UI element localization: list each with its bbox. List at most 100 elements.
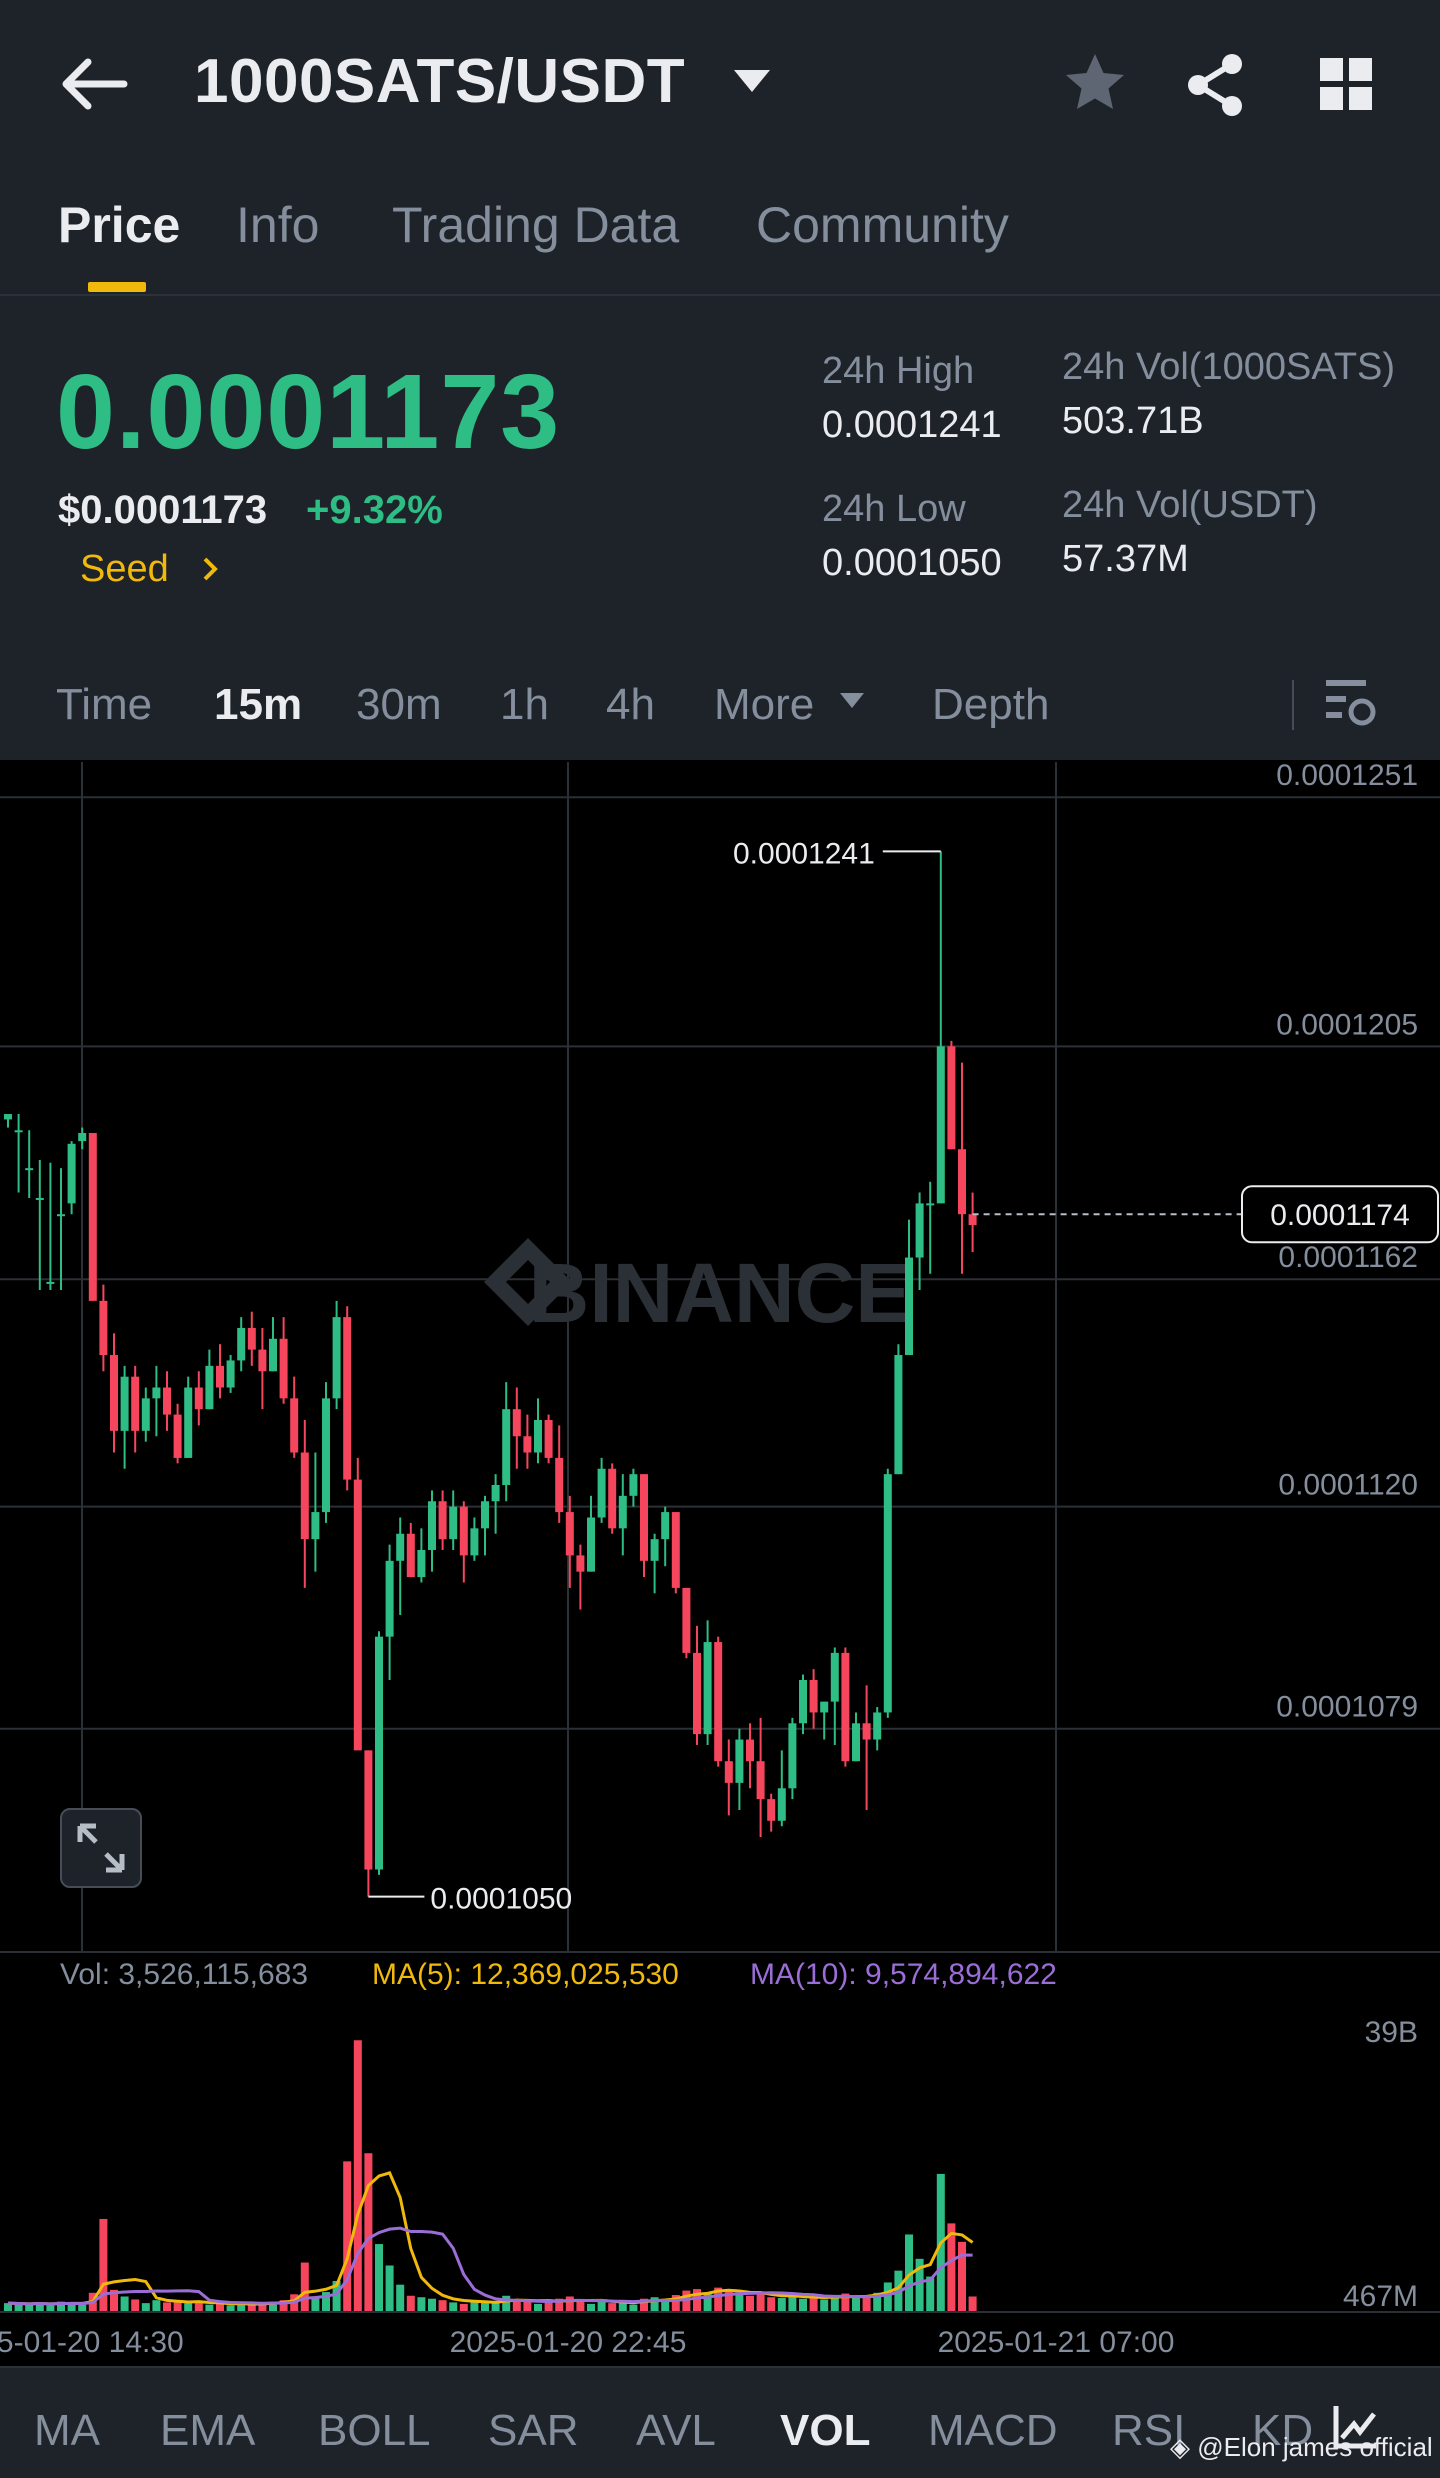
candle bbox=[46, 1281, 55, 1284]
candle bbox=[205, 1365, 214, 1410]
candle bbox=[555, 1457, 564, 1513]
volume-bar bbox=[597, 2301, 606, 2312]
volume-bar bbox=[523, 2301, 532, 2312]
volume-bar bbox=[216, 2303, 224, 2312]
price-change-percent: +9.32% bbox=[306, 488, 443, 532]
vol-base-value: 503.71B bbox=[1062, 400, 1204, 442]
grid-icon[interactable] bbox=[1318, 56, 1374, 112]
candle bbox=[481, 1501, 489, 1529]
volume-bar bbox=[820, 2299, 829, 2312]
ind-ema[interactable]: EMA bbox=[160, 2406, 255, 2456]
candle bbox=[226, 1360, 235, 1388]
tf-15m[interactable]: 15m bbox=[214, 680, 302, 730]
tf-1h[interactable]: 1h bbox=[500, 680, 549, 730]
candle bbox=[671, 1512, 680, 1588]
ma10-label: MA(10): 9,574,894,622 bbox=[750, 1958, 1057, 1991]
candle bbox=[258, 1349, 267, 1372]
tf-4h[interactable]: 4h bbox=[606, 680, 655, 730]
volume-bar bbox=[809, 2296, 818, 2312]
candle bbox=[269, 1338, 277, 1372]
tf-time[interactable]: Time bbox=[56, 680, 152, 730]
candle bbox=[311, 1512, 320, 1540]
candle bbox=[788, 1723, 797, 1789]
ind-macd[interactable]: MACD bbox=[928, 2406, 1058, 2456]
candle bbox=[544, 1420, 553, 1458]
chart-settings-icon[interactable] bbox=[1322, 676, 1378, 732]
volume-bar bbox=[852, 2297, 860, 2312]
high-marker-label: 0.0001241 bbox=[733, 837, 875, 870]
candle bbox=[767, 1799, 776, 1821]
chevron-right-icon bbox=[203, 557, 219, 581]
y-axis-tick-label: 0.0001162 bbox=[1278, 1241, 1418, 1274]
candle bbox=[587, 1517, 595, 1572]
candle bbox=[4, 1114, 12, 1120]
candle bbox=[894, 1355, 903, 1475]
candle bbox=[534, 1420, 542, 1453]
vol-quote-label: 24h Vol(USDT) bbox=[1062, 484, 1318, 526]
volume-bar bbox=[682, 2290, 691, 2312]
ind-ma[interactable]: MA bbox=[34, 2406, 100, 2456]
candle bbox=[968, 1214, 977, 1226]
volume-bar bbox=[587, 2303, 595, 2312]
candle bbox=[300, 1452, 309, 1540]
candle bbox=[873, 1712, 882, 1740]
candle bbox=[14, 1130, 23, 1133]
volume-bar bbox=[756, 2293, 765, 2312]
candle bbox=[67, 1143, 76, 1204]
candle bbox=[502, 1409, 511, 1485]
volume-bar bbox=[629, 2304, 638, 2312]
share-icon[interactable] bbox=[1180, 52, 1250, 118]
candle bbox=[173, 1414, 182, 1458]
tf-depth[interactable]: Depth bbox=[932, 680, 1049, 730]
candle bbox=[661, 1512, 670, 1540]
candle bbox=[693, 1652, 701, 1735]
candle bbox=[184, 1387, 193, 1458]
back-arrow-icon[interactable] bbox=[58, 56, 128, 112]
candle bbox=[618, 1495, 627, 1529]
candle bbox=[417, 1549, 426, 1578]
tab-community[interactable]: Community bbox=[756, 196, 1009, 254]
ind-boll[interactable]: BOLL bbox=[318, 2406, 431, 2456]
candle bbox=[862, 1723, 871, 1740]
vol-quote-value: 57.37M bbox=[1062, 538, 1189, 580]
candle bbox=[428, 1501, 436, 1550]
volume-bar bbox=[353, 2040, 362, 2312]
volume-bar bbox=[311, 2297, 320, 2312]
volume-bar bbox=[205, 2304, 214, 2312]
tf-more[interactable]: More bbox=[714, 680, 866, 730]
ind-sar[interactable]: SAR bbox=[488, 2406, 578, 2456]
tab-info[interactable]: Info bbox=[236, 196, 319, 254]
tab-price[interactable]: Price bbox=[58, 196, 180, 254]
author-watermark: ◈ @Elon james official bbox=[1170, 2432, 1433, 2463]
volume-bar bbox=[184, 2303, 193, 2312]
low-24h-value: 0.0001050 bbox=[822, 542, 1002, 584]
current-price-label: 0.0001174 bbox=[1270, 1199, 1410, 1232]
candle bbox=[512, 1409, 521, 1437]
seed-tag-label: Seed bbox=[80, 548, 169, 590]
caret-down-icon[interactable] bbox=[730, 66, 774, 96]
tab-trading-data[interactable]: Trading Data bbox=[392, 196, 679, 254]
divider bbox=[0, 294, 1440, 296]
candle bbox=[883, 1474, 892, 1713]
candle bbox=[947, 1046, 956, 1150]
fullscreen-button[interactable] bbox=[60, 1808, 142, 1888]
volume-bar bbox=[459, 2303, 468, 2312]
star-icon[interactable] bbox=[1062, 50, 1128, 116]
pair-title[interactable]: 1000SATS/USDT bbox=[194, 46, 685, 117]
y-axis-tick-label: 0.0001205 bbox=[1276, 1008, 1418, 1041]
volume-bar bbox=[777, 2297, 786, 2312]
volume-bar bbox=[406, 2295, 415, 2312]
candle bbox=[470, 1528, 479, 1556]
tf-30m[interactable]: 30m bbox=[356, 680, 442, 730]
ma5-label: MA(5): 12,369,025,530 bbox=[372, 1958, 679, 1991]
candle bbox=[322, 1398, 330, 1513]
seed-tag-link[interactable]: Seed bbox=[80, 548, 221, 591]
candle bbox=[385, 1560, 394, 1637]
candlestick-chart[interactable]: BINANCE 0.0001251 0.0001205 0.0001162 0.000… bbox=[0, 762, 1440, 2366]
ind-avl[interactable]: AVL bbox=[636, 2406, 716, 2456]
ind-vol[interactable]: VOL bbox=[780, 2406, 870, 2456]
candle bbox=[597, 1468, 606, 1518]
chart-watermark: BINANCE bbox=[529, 1246, 912, 1340]
usd-price: $0.0001173 bbox=[58, 488, 268, 532]
volume-bar bbox=[396, 2284, 405, 2312]
